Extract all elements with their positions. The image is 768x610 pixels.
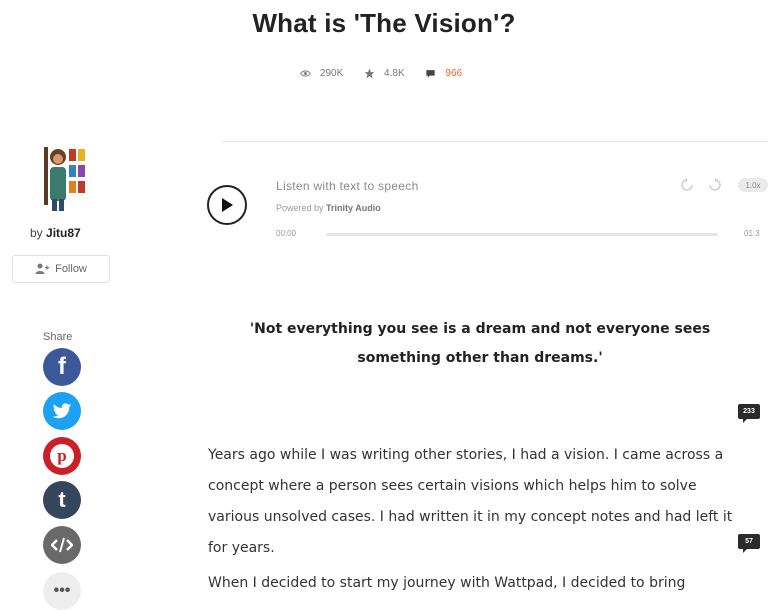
playback-speed[interactable]: 1.0x bbox=[738, 178, 768, 192]
votes-stat: 4.8K bbox=[364, 68, 411, 79]
forward-icon[interactable] bbox=[708, 178, 722, 192]
powered-brand[interactable]: Trinity Audio bbox=[326, 203, 381, 213]
tumblr-icon: t bbox=[58, 487, 66, 512]
author-name[interactable]: Jitu87 bbox=[46, 226, 81, 240]
inline-comment-badge[interactable]: 233 bbox=[738, 404, 760, 423]
reads-count: 290K bbox=[319, 68, 344, 79]
quote-line: 'Not everything you see is a dream and n… bbox=[249, 321, 711, 337]
share-label: Share bbox=[43, 331, 73, 343]
story-paragraph: When I decided to start my journey with … bbox=[208, 575, 686, 591]
eye-icon bbox=[299, 70, 311, 77]
tumblr-share-button[interactable]: t bbox=[43, 481, 81, 519]
author-avatar[interactable] bbox=[38, 143, 94, 213]
twitter-share-button[interactable] bbox=[43, 392, 81, 430]
follow-button[interactable]: Follow bbox=[12, 255, 110, 283]
follow-label: Follow bbox=[55, 263, 87, 275]
star-icon bbox=[364, 68, 375, 79]
story-stats: 290K 4.8K 966 bbox=[0, 68, 768, 82]
tts-title: Listen with text to speech bbox=[276, 179, 419, 193]
story-quote: 'Not everything you see is a dream and n… bbox=[220, 315, 740, 373]
comments-stat: 966 bbox=[425, 68, 468, 79]
powered-prefix: Powered by bbox=[276, 203, 324, 213]
by-label: by bbox=[30, 226, 43, 240]
player-divider bbox=[222, 141, 768, 142]
audio-progress-track[interactable] bbox=[326, 233, 718, 236]
play-icon bbox=[222, 198, 233, 212]
more-icon: ••• bbox=[53, 582, 71, 599]
author-byline: by Jitu87 bbox=[30, 226, 81, 240]
twitter-icon bbox=[52, 402, 72, 418]
story-title: What is 'The Vision'? bbox=[252, 8, 516, 38]
embed-icon bbox=[51, 537, 73, 553]
play-button[interactable] bbox=[207, 185, 247, 225]
inline-comment-badge[interactable]: 57 bbox=[738, 534, 760, 553]
time-current: 00:00 bbox=[276, 229, 297, 238]
embed-share-button[interactable] bbox=[43, 526, 81, 564]
comments-count: 966 bbox=[445, 68, 463, 79]
story-paragraph: Years ago while I was writing other stor… bbox=[208, 447, 733, 556]
quote-line: something other than dreams.' bbox=[357, 350, 603, 366]
reads-stat: 290K bbox=[299, 68, 349, 79]
powered-by: Powered by Trinity Audio bbox=[276, 203, 381, 213]
pinterest-icon: p bbox=[50, 444, 74, 468]
rewind-icon[interactable] bbox=[680, 178, 694, 192]
comment-icon bbox=[426, 70, 436, 78]
pinterest-share-button[interactable]: p bbox=[43, 437, 81, 475]
votes-count: 4.8K bbox=[384, 68, 405, 79]
time-total: 01:3 bbox=[744, 229, 760, 238]
more-share-button[interactable]: ••• bbox=[43, 572, 81, 610]
facebook-share-button[interactable]: f bbox=[43, 348, 81, 386]
facebook-icon: f bbox=[58, 353, 66, 380]
follow-user-icon bbox=[35, 263, 50, 274]
